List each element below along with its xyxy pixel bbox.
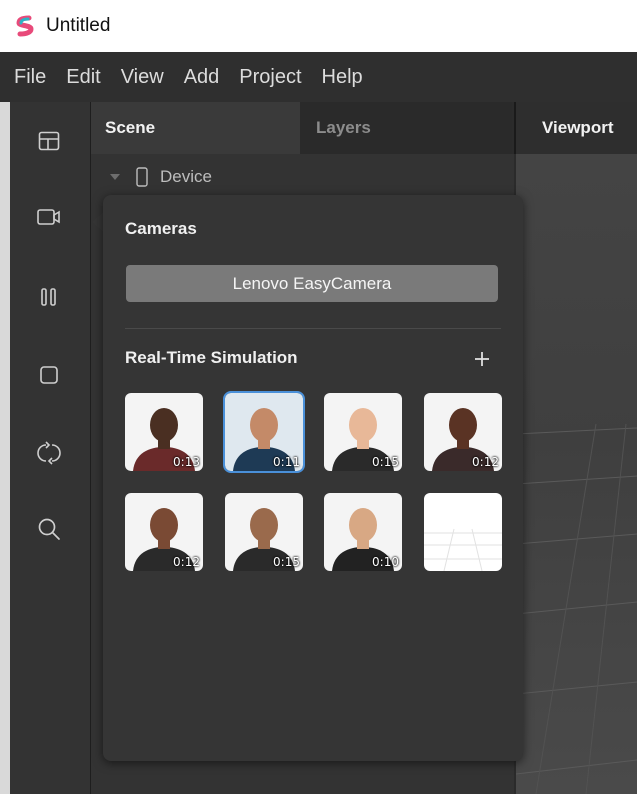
device-icon (136, 167, 148, 187)
viewport-grid (516, 423, 637, 794)
pause-icon[interactable] (32, 280, 66, 314)
tab-viewport-label: Viewport (542, 118, 614, 137)
app-logo-icon (16, 15, 34, 37)
duration-label: 0:15 (372, 455, 399, 469)
menu-help[interactable]: Help (322, 66, 363, 89)
expand-triangle-icon[interactable] (108, 170, 122, 184)
viewport-canvas[interactable] (516, 154, 637, 794)
camera-popover: Cameras Lenovo EasyCamera Real-Time Simu… (103, 195, 523, 761)
tab-scene[interactable]: Scene (91, 102, 300, 154)
tab-layers-label: Layers (316, 118, 371, 137)
menu-view[interactable]: View (121, 66, 164, 89)
refresh-icon[interactable] (32, 436, 66, 470)
device-label: Device (160, 167, 212, 186)
square-icon[interactable] (32, 358, 66, 392)
menu-edit[interactable]: Edit (66, 66, 100, 89)
menu-add[interactable]: Add (184, 66, 220, 89)
avatar-thumbnail[interactable]: 0:10 (324, 493, 402, 571)
duration-label: 0:13 (173, 455, 200, 469)
cameras-title: Cameras (125, 219, 197, 238)
simulation-title: Real-Time Simulation (125, 348, 298, 367)
avatar-thumbnail[interactable]: 0:11 (223, 391, 305, 473)
duration-label: 0:15 (273, 555, 300, 569)
duration-label: 0:11 (273, 455, 300, 469)
tab-viewport[interactable]: Viewport (514, 102, 637, 154)
search-icon[interactable] (32, 512, 66, 546)
divider (125, 328, 501, 329)
camera-icon[interactable] (32, 200, 66, 234)
scene-tree-device[interactable]: Device (108, 164, 212, 190)
tab-scene-label: Scene (105, 118, 156, 137)
avatar-thumbnail[interactable]: 0:12 (125, 493, 203, 571)
avatar-thumbnail[interactable]: 0:15 (225, 493, 303, 571)
left-toolbar (10, 102, 91, 794)
tab-layers[interactable]: Layers (300, 102, 512, 154)
add-icon[interactable] (470, 347, 494, 371)
duration-label: 0:12 (472, 455, 499, 469)
avatar-thumbnail[interactable]: 0:13 (125, 393, 203, 471)
window-edge (0, 102, 10, 794)
grid-icon (424, 528, 502, 571)
menu-project[interactable]: Project (239, 66, 301, 89)
window-title: Untitled (46, 15, 111, 36)
menu-file[interactable]: File (14, 66, 46, 89)
menu-bar: File Edit View Add Project Help (0, 52, 637, 102)
layout-icon[interactable] (32, 124, 66, 158)
duration-label: 0:10 (372, 555, 399, 569)
title-bar: Untitled (0, 0, 637, 52)
empty-scene-thumbnail[interactable] (424, 493, 502, 571)
duration-label: 0:12 (173, 555, 200, 569)
avatar-thumbnail[interactable]: 0:15 (324, 393, 402, 471)
avatar-thumbnail[interactable]: 0:12 (424, 393, 502, 471)
camera-select-button[interactable]: Lenovo EasyCamera (126, 265, 498, 302)
